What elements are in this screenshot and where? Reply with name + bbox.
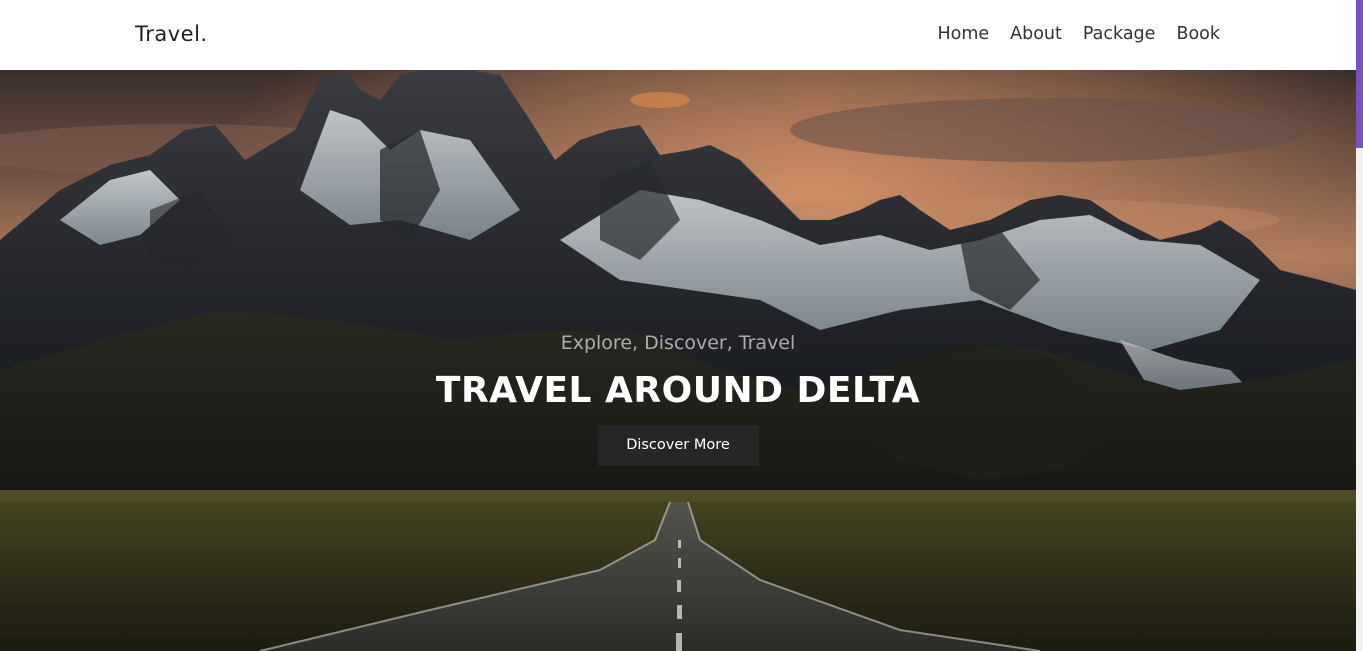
nav-link-home[interactable]: Home [937, 24, 989, 44]
hero-content: Explore, Discover, Travel TRAVEL AROUND … [0, 332, 1356, 466]
scrollbar-thumb[interactable] [1356, 0, 1363, 148]
nav-link-book[interactable]: Book [1176, 24, 1220, 44]
main-nav: Home About Package Book [937, 24, 1220, 44]
nav-link-package[interactable]: Package [1083, 24, 1156, 44]
hero-section: Explore, Discover, Travel TRAVEL AROUND … [0, 70, 1356, 651]
nav-link-about[interactable]: About [1010, 24, 1062, 44]
discover-more-button[interactable]: Discover More [597, 425, 759, 466]
page: Travel. Home About Package Book Explore,… [0, 0, 1363, 651]
hero-title: TRAVEL AROUND DELTA [435, 370, 921, 411]
page-scrollbar[interactable] [1356, 0, 1363, 651]
brand-logo[interactable]: Travel. [135, 22, 208, 46]
navbar: Travel. Home About Package Book [0, 0, 1356, 70]
hero-subtitle: Explore, Discover, Travel [560, 332, 796, 354]
